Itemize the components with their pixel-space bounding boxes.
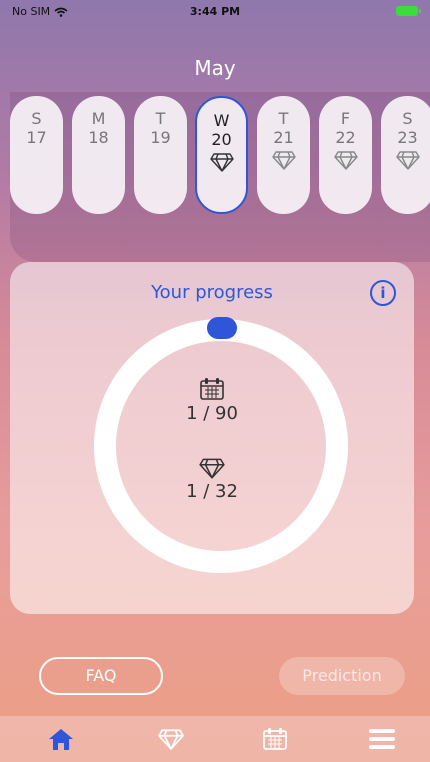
progress-ring (94, 319, 348, 573)
month-title: May (194, 56, 236, 80)
day-name: S (402, 109, 413, 128)
status-time: 3:44 PM (189, 5, 241, 18)
tab-menu[interactable] (362, 724, 402, 754)
day-date: 23 (397, 128, 418, 147)
calendar-icon (263, 728, 287, 750)
day-date: 20 (211, 130, 232, 149)
day-cell-selected[interactable]: W 20 (195, 96, 248, 214)
tab-bar (0, 716, 430, 762)
gems-progress: 1 / 32 (10, 457, 414, 502)
diamond-icon (381, 150, 430, 170)
tab-calendar[interactable] (255, 724, 295, 754)
status-bar: No SIM 3:44 PM (0, 0, 430, 22)
day-name: M (91, 109, 106, 128)
day-date: 18 (88, 128, 109, 147)
days-progress-value: 1 / 90 (186, 403, 238, 424)
day-selector[interactable]: S 17 M 18 T 19 W 20 T 21 F 22 S 23 (10, 96, 430, 218)
tab-home[interactable] (41, 724, 81, 754)
faq-button[interactable]: FAQ (39, 657, 163, 695)
home-icon (49, 729, 73, 750)
tab-gems[interactable] (151, 724, 191, 754)
day-date: 22 (335, 128, 356, 147)
calendar-icon (10, 377, 414, 401)
day-date: 21 (273, 128, 294, 147)
day-cell[interactable]: S 23 (381, 96, 430, 214)
diamond-icon (10, 457, 414, 479)
info-icon[interactable]: i (370, 280, 396, 306)
day-cell[interactable]: T 21 (257, 96, 310, 214)
day-cell[interactable]: S 17 (10, 96, 63, 214)
day-cell[interactable]: F 22 (319, 96, 372, 214)
day-cell[interactable]: T 19 (134, 96, 187, 214)
day-name: W (213, 111, 230, 130)
days-progress: 1 / 90 (10, 377, 414, 424)
day-name: T (278, 109, 289, 128)
progress-card: Your progress i 1 / 90 1 / 32 (10, 262, 414, 614)
day-name: F (340, 109, 351, 128)
diamond-icon (319, 150, 372, 170)
progress-ring-indicator (207, 317, 237, 339)
diamond-icon (158, 729, 184, 750)
menu-icon (369, 729, 395, 749)
gems-progress-value: 1 / 32 (186, 481, 238, 502)
day-cell[interactable]: M 18 (72, 96, 125, 214)
progress-title: Your progress (151, 282, 273, 303)
day-date: 19 (150, 128, 171, 147)
diamond-icon (257, 150, 310, 170)
day-name: T (155, 109, 166, 128)
day-date: 17 (26, 128, 47, 147)
diamond-icon (197, 152, 246, 172)
day-name: S (31, 109, 42, 128)
battery-icon (396, 6, 421, 16)
prediction-button[interactable]: Prediction (279, 657, 405, 695)
